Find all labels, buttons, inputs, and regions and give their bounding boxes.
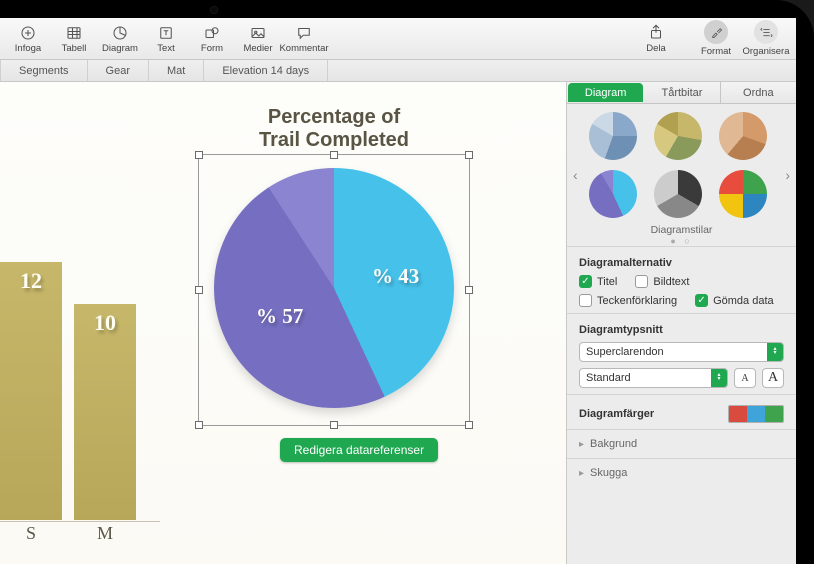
insert-button[interactable]: Infoga — [6, 19, 50, 59]
chart-style-swatch[interactable] — [589, 112, 637, 160]
pie-title-line: Trail Completed — [259, 129, 409, 151]
shape-button[interactable]: Form — [190, 19, 234, 59]
checkbox-icon — [579, 275, 592, 288]
bar[interactable]: 12 — [0, 262, 62, 520]
tab-diagram[interactable]: Diagram — [568, 83, 643, 102]
chart-style-swatch[interactable] — [589, 170, 637, 218]
paintbrush-icon — [704, 20, 728, 44]
styles-caption: Diagramstilar — [589, 224, 774, 236]
text-button[interactable]: Text — [144, 19, 188, 59]
organize-icon — [754, 20, 778, 44]
table-button[interactable]: Tabell — [52, 19, 96, 59]
sheet-tabs: Segments Gear Mat Elevation 14 days — [0, 60, 796, 82]
table-label: Tabell — [62, 43, 87, 54]
media-button[interactable]: Medier — [236, 19, 280, 59]
format-button[interactable]: Format — [692, 20, 740, 57]
chevron-left-icon[interactable]: ‹ — [569, 163, 582, 187]
bar-category-label: S — [0, 523, 62, 544]
media-label: Medier — [243, 43, 272, 54]
comment-button[interactable]: Kommentar — [282, 19, 326, 59]
resize-handle[interactable] — [465, 286, 473, 294]
chart-style-swatch[interactable] — [654, 170, 702, 218]
chart-style-swatch[interactable] — [719, 112, 767, 160]
checkbox-title[interactable]: Titel — [579, 275, 617, 288]
font-style-select[interactable]: Standard — [579, 368, 728, 388]
chart-style-swatch[interactable] — [719, 170, 767, 218]
stepper-icon — [767, 343, 783, 361]
canvas-area[interactable]: 12 10 S M Percentage of Trail Completed — [0, 82, 566, 564]
text-label: Text — [157, 43, 174, 54]
format-label: Format — [701, 46, 731, 57]
chart-styles-carousel: ‹ › Diagramstilar ● ○ — [567, 104, 796, 246]
pie-wedge-label: % 57 — [256, 304, 303, 329]
resize-handle[interactable] — [195, 286, 203, 294]
resize-handle[interactable] — [195, 421, 203, 429]
sheet-tab[interactable]: Segments — [0, 60, 88, 81]
bar-value: 12 — [20, 268, 42, 294]
organize-label: Organisera — [743, 46, 790, 57]
comment-label: Kommentar — [279, 43, 328, 54]
inspector-panel: Diagram Tårtbitar Ordna ‹ › Diagramstila… — [566, 82, 796, 564]
checkbox-icon — [579, 294, 592, 307]
sheet-tab[interactable]: Elevation 14 days — [204, 60, 328, 81]
checkbox-icon — [695, 294, 708, 307]
sheet-tab[interactable]: Gear — [88, 60, 149, 81]
resize-handle[interactable] — [465, 421, 473, 429]
shadow-disclosure[interactable]: Skugga — [567, 458, 796, 487]
shape-label: Form — [201, 43, 223, 54]
chevron-right-icon[interactable]: › — [781, 163, 794, 187]
bar-category-label: M — [74, 523, 136, 544]
checkbox-legend[interactable]: Teckenförklaring — [579, 294, 677, 307]
resize-handle[interactable] — [330, 151, 338, 159]
bar[interactable]: 10 — [74, 304, 136, 520]
chart-label: Diagram — [102, 43, 138, 54]
background-disclosure[interactable]: Bakgrund — [567, 429, 796, 458]
insert-label: Infoga — [15, 43, 41, 54]
pie-wedge-label: % 43 — [372, 264, 419, 289]
tab-arrange[interactable]: Ordna — [721, 82, 796, 103]
chart-font-section: Diagramtypsnitt Superclarendon Standard … — [567, 313, 796, 394]
tab-wedges[interactable]: Tårtbitar — [644, 82, 720, 103]
sheet-tab[interactable]: Mat — [149, 60, 204, 81]
checkbox-icon — [635, 275, 648, 288]
font-size-down-button[interactable]: A — [734, 368, 756, 388]
resize-handle[interactable] — [465, 151, 473, 159]
font-size-up-button[interactable]: A — [762, 368, 784, 388]
resize-handle[interactable] — [330, 421, 338, 429]
section-title: Diagramfärger — [579, 408, 654, 420]
section-title: Diagramalternativ — [579, 257, 784, 269]
pie-title-line: Percentage of — [268, 106, 400, 128]
bar-value: 10 — [94, 310, 116, 336]
share-button[interactable]: Dela — [632, 23, 680, 54]
chart-style-swatch[interactable] — [654, 112, 702, 160]
font-family-select[interactable]: Superclarendon — [579, 342, 784, 362]
chart-button[interactable]: Diagram — [98, 19, 142, 59]
stepper-icon — [711, 369, 727, 387]
checkbox-hidden-data[interactable]: Gömda data — [695, 294, 774, 307]
chart-colors-section: Diagramfärger — [567, 394, 796, 429]
toolbar: Infoga Tabell Diagram Text Form Medier K… — [0, 18, 796, 60]
share-label: Dela — [646, 43, 666, 54]
edit-data-references-button[interactable]: Redigera datareferenser — [280, 438, 438, 462]
checkbox-caption[interactable]: Bildtext — [635, 275, 689, 288]
chart-options-section: Diagramalternativ Titel Bildtext Teckenf… — [567, 246, 796, 313]
carousel-dots[interactable]: ● ○ — [589, 236, 774, 246]
inspector-tabs: Diagram Tårtbitar Ordna — [567, 82, 796, 104]
color-palette-button[interactable] — [728, 405, 784, 423]
section-title: Diagramtypsnitt — [579, 324, 784, 336]
bar-chart[interactable]: 12 10 S M — [0, 222, 160, 542]
resize-handle[interactable] — [195, 151, 203, 159]
organize-button[interactable]: Organisera — [742, 20, 790, 57]
